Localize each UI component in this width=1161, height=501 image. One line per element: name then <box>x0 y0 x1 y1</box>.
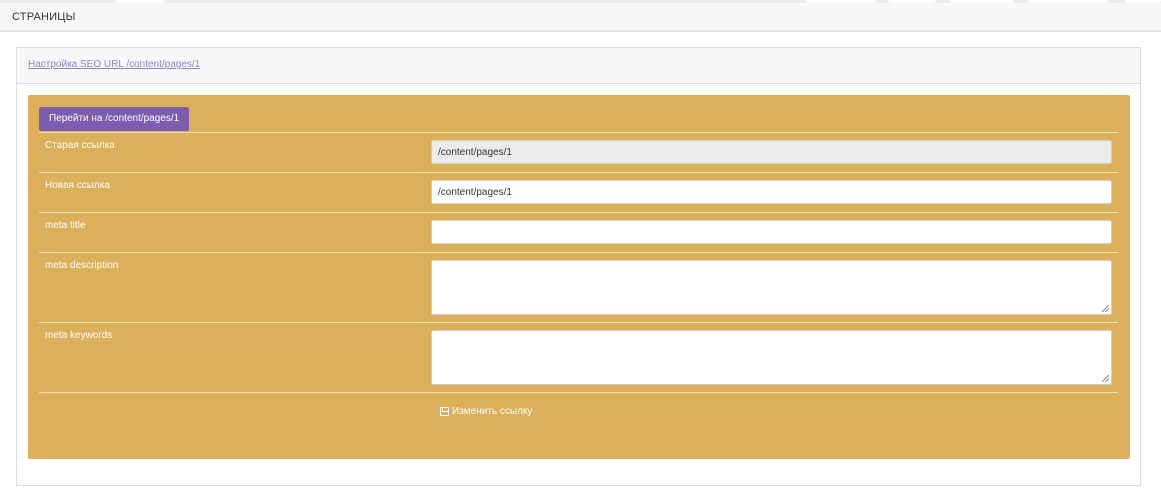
goto-page-button[interactable]: Перейти на /content/pages/1 <box>39 107 190 131</box>
meta-description-field[interactable] <box>431 260 1112 315</box>
meta-description-label: meta description <box>45 260 119 271</box>
meta-keywords-field[interactable] <box>431 330 1112 385</box>
meta-title-row: meta title <box>39 212 1118 252</box>
save-link-label: Изменить ссылку <box>452 406 533 417</box>
meta-keywords-row: meta keywords <box>39 322 1118 392</box>
seo-panel: Настройка SEO URL /content/pages/1 Перей… <box>16 47 1141 486</box>
meta-keywords-label: meta keywords <box>45 330 113 341</box>
divider <box>39 392 1118 393</box>
resize-handle-icon[interactable] <box>1102 305 1109 312</box>
new-url-row: Новая ссылка <box>39 172 1118 212</box>
new-url-field[interactable] <box>431 180 1112 204</box>
new-url-label: Новая ссылка <box>45 180 110 191</box>
meta-title-label: meta title <box>45 220 86 231</box>
seo-form: Перейти на /content/pages/1 Старая ссылк… <box>28 95 1130 459</box>
old-url-label: Старая ссылка <box>45 140 115 151</box>
floppy-disk-icon <box>440 407 449 416</box>
old-url-field[interactable] <box>431 140 1112 164</box>
meta-title-field[interactable] <box>431 220 1112 244</box>
meta-description-row: meta description <box>39 252 1118 322</box>
seo-settings-link[interactable]: Настройка SEO URL /content/pages/1 <box>28 59 200 70</box>
save-link-button[interactable]: Изменить ссылку <box>440 406 532 417</box>
panel-heading: Настройка SEO URL /content/pages/1 <box>17 48 1140 84</box>
page-title: СТРАНИЦЫ <box>12 11 76 23</box>
resize-handle-icon[interactable] <box>1102 375 1109 382</box>
page-header: СТРАНИЦЫ <box>0 3 1161 32</box>
old-url-row: Старая ссылка <box>39 132 1118 172</box>
